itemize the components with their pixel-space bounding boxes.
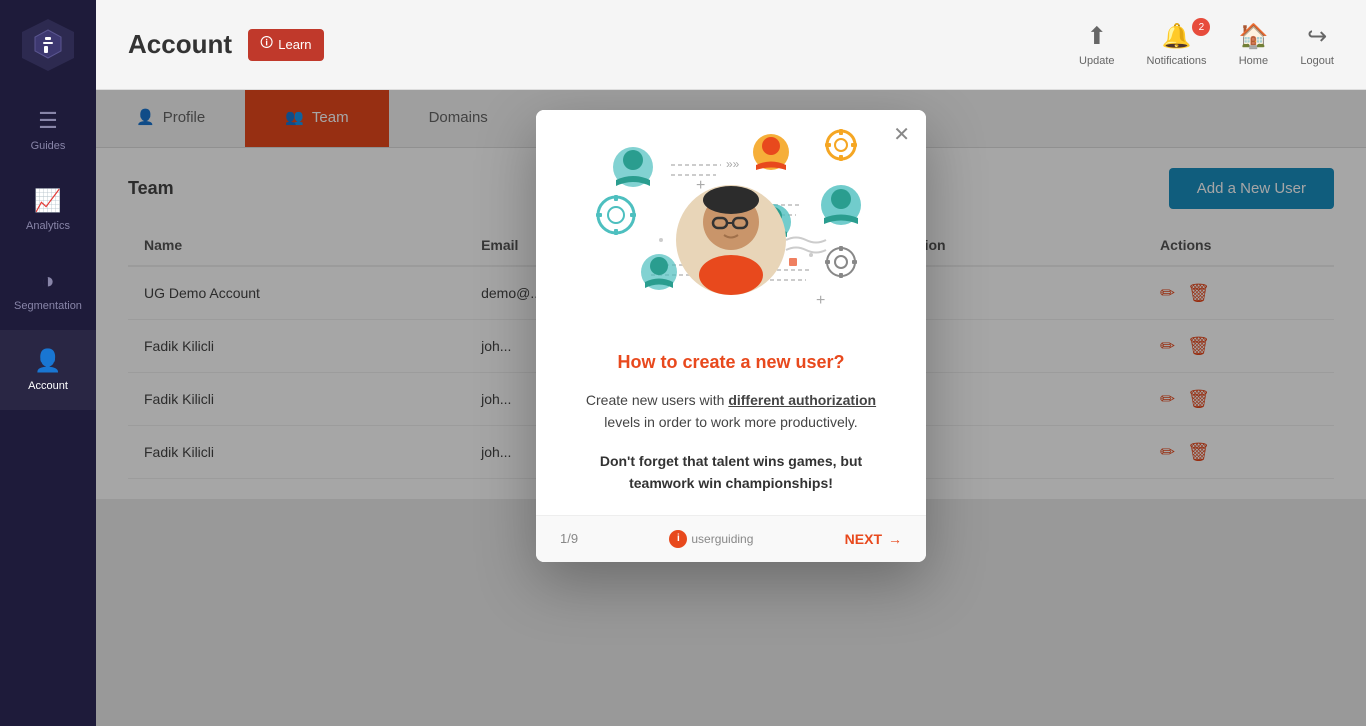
modal-close-button[interactable]: ✕ <box>893 122 910 147</box>
logout-icon: ↪ <box>1307 22 1327 51</box>
header-actions: ⬆ Update 2 🔔 Notifications 🏠 Home ↪ Logo… <box>1079 22 1334 67</box>
update-action[interactable]: ⬆ Update <box>1079 22 1114 67</box>
next-label: NEXT <box>845 531 882 547</box>
modal-wrapper: ✕ <box>536 110 926 562</box>
modal-description: Create new users with different authoriz… <box>568 389 894 434</box>
modal-text-suffix: levels in order to work more productivel… <box>604 414 857 430</box>
modal-text-bold: different authorization <box>728 392 876 408</box>
modal-text-prefix: Create new users with <box>586 392 728 408</box>
sidebar-item-guides[interactable]: ☰ Guides <box>0 90 96 170</box>
next-arrow-icon: → <box>888 531 902 547</box>
sidebar: ☰ Guides 📈 Analytics ◑ Segmentation 👤 Ac… <box>0 0 96 726</box>
home-action[interactable]: 🏠 Home <box>1238 22 1268 67</box>
learn-label: Learn <box>278 37 311 52</box>
header: Account 🛈 Learn ⬆ Update 2 🔔 Notificatio… <box>96 0 1366 90</box>
update-label: Update <box>1079 55 1114 67</box>
logout-label: Logout <box>1300 55 1334 67</box>
main-area: Account 🛈 Learn ⬆ Update 2 🔔 Notificatio… <box>96 0 1366 726</box>
learn-badge[interactable]: 🛈 Learn <box>248 29 324 61</box>
userguiding-label: userguiding <box>691 532 753 546</box>
sidebar-item-segmentation[interactable]: ◑ Segmentation <box>0 250 96 330</box>
bell-icon: 🔔 <box>1162 22 1192 51</box>
learn-icon: 🛈 <box>260 34 273 56</box>
userguiding-logo: i userguiding <box>669 530 753 548</box>
upload-icon: ⬆ <box>1087 22 1107 51</box>
svg-text:+: + <box>696 177 705 194</box>
svg-text:+: + <box>816 292 825 309</box>
modal-body: How to create a new user? Create new use… <box>536 320 926 515</box>
account-icon: 👤 <box>34 348 61 374</box>
modal-overlay[interactable]: ✕ <box>96 90 1366 726</box>
content-area: 👤 Profile 👥 Team Domains 💳 Subscription … <box>96 90 1366 726</box>
ug-brand-icon: i <box>669 530 687 548</box>
svg-text:»»: »» <box>726 157 740 171</box>
logo-icon <box>22 19 74 71</box>
sidebar-logo[interactable] <box>0 0 96 90</box>
modal-footer: 1/9 i userguiding NEXT → <box>536 515 926 562</box>
modal-next-button[interactable]: NEXT → <box>845 531 902 547</box>
modal-page-indicator: 1/9 <box>560 531 578 546</box>
sidebar-item-analytics[interactable]: 📈 Analytics <box>0 170 96 250</box>
new-user-modal: ✕ <box>536 110 926 562</box>
notification-count: 2 <box>1192 18 1210 36</box>
home-icon: 🏠 <box>1238 22 1268 51</box>
page-title: Account <box>128 29 232 60</box>
home-label: Home <box>1239 55 1268 67</box>
analytics-icon: 📈 <box>34 188 61 214</box>
notifications-action[interactable]: 2 🔔 Notifications <box>1147 22 1207 67</box>
segmentation-icon: ◑ <box>41 268 54 294</box>
sidebar-item-account[interactable]: 👤 Account <box>0 330 96 410</box>
notifications-label: Notifications <box>1147 55 1207 67</box>
modal-title: How to create a new user? <box>568 352 894 373</box>
guides-icon: ☰ <box>38 108 58 134</box>
modal-illustration: + + »» »» »» <box>536 110 926 320</box>
modal-text2: Don't forget that talent wins games, but… <box>568 450 894 495</box>
logout-action[interactable]: ↪ Logout <box>1300 22 1334 67</box>
